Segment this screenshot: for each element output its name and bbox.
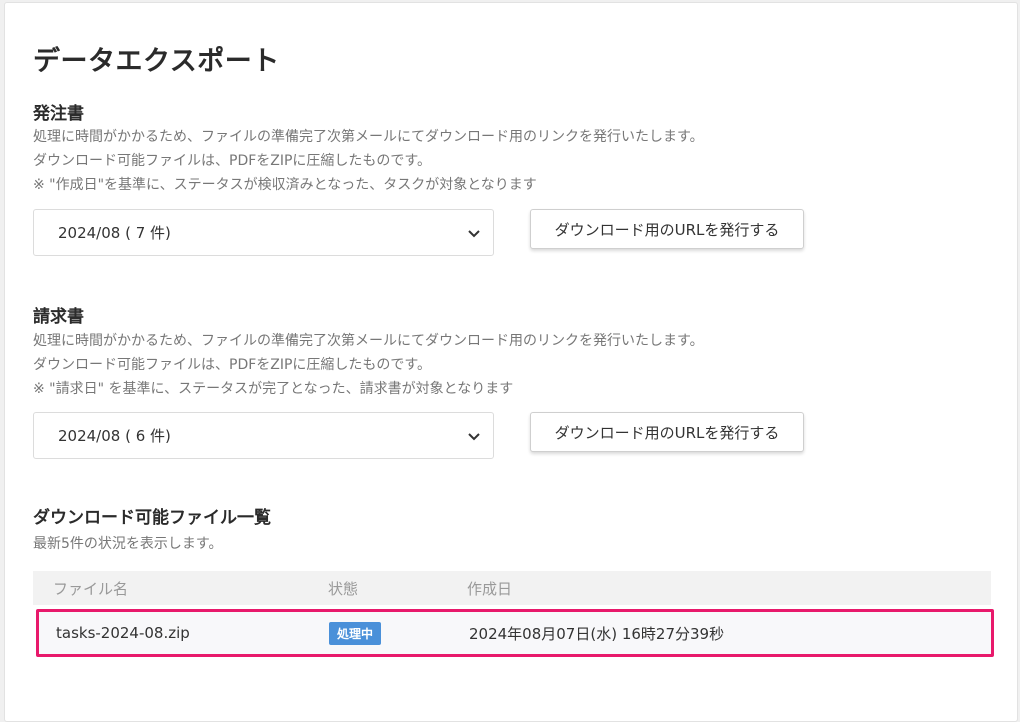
invoice-desc-line-1: 処理に時間がかかるため、ファイルの準備完了次第メールにてダウンロード用のリンクを… <box>33 333 704 349</box>
chevron-down-icon <box>468 230 480 238</box>
page-title: データエクスポート <box>33 46 280 77</box>
order-desc-line-3: ※ "作成日"を基準に、ステータスが検収済みとなった、タスクが対象となります <box>33 177 537 193</box>
export-card: データエクスポート 発注書 処理に時間がかかるため、ファイルの準備完了次第メール… <box>4 2 1018 722</box>
invoice-desc-line-3: ※ "請求日" を基準に、ステータスが完了となった、請求書が対象となります <box>33 381 514 397</box>
invoice-select-value: 2024/08 ( 6 件) <box>58 427 171 445</box>
invoice-section-title: 請求書 <box>33 307 84 327</box>
header-status: 状態 <box>328 579 359 598</box>
files-table-header: ファイル名 状態 作成日 <box>33 571 991 605</box>
invoice-description: 処理に時間がかかるため、ファイルの準備完了次第メールにてダウンロード用のリンクを… <box>33 329 704 401</box>
header-created: 作成日 <box>467 579 513 598</box>
order-section-title: 発注書 <box>33 104 84 124</box>
invoice-issue-url-button[interactable]: ダウンロード用のURLを発行する <box>530 412 804 452</box>
files-section-title: ダウンロード可能ファイル一覧 <box>33 508 271 528</box>
header-file-name: ファイル名 <box>53 579 129 598</box>
table-row[interactable]: tasks-2024-08.zip 処理中 2024年08月07日(水) 16時… <box>36 609 994 657</box>
files-subtitle: 最新5件の状況を表示します。 <box>33 536 223 552</box>
order-desc-line-2: ダウンロード可能ファイルは、PDFをZIPに圧縮したものです。 <box>33 153 432 169</box>
files-table: ファイル名 状態 作成日 tasks-2024-08.zip 処理中 2024年… <box>33 571 994 657</box>
order-select-value: 2024/08 ( 7 件) <box>58 224 171 242</box>
invoice-desc-line-2: ダウンロード可能ファイルは、PDFをZIPに圧縮したものです。 <box>33 357 432 373</box>
chevron-down-icon <box>468 433 480 441</box>
row-status-badge: 処理中 <box>329 621 382 645</box>
order-issue-url-button[interactable]: ダウンロード用のURLを発行する <box>530 209 804 249</box>
order-month-select[interactable]: 2024/08 ( 7 件) <box>33 209 494 256</box>
row-created: 2024年08月07日(水) 16時27分39秒 <box>469 624 725 643</box>
invoice-month-select[interactable]: 2024/08 ( 6 件) <box>33 412 494 459</box>
status-badge: 処理中 <box>329 621 382 645</box>
row-file-name[interactable]: tasks-2024-08.zip <box>56 624 190 642</box>
order-description: 処理に時間がかかるため、ファイルの準備完了次第メールにてダウンロード用のリンクを… <box>33 125 704 197</box>
order-desc-line-1: 処理に時間がかかるため、ファイルの準備完了次第メールにてダウンロード用のリンクを… <box>33 129 704 145</box>
